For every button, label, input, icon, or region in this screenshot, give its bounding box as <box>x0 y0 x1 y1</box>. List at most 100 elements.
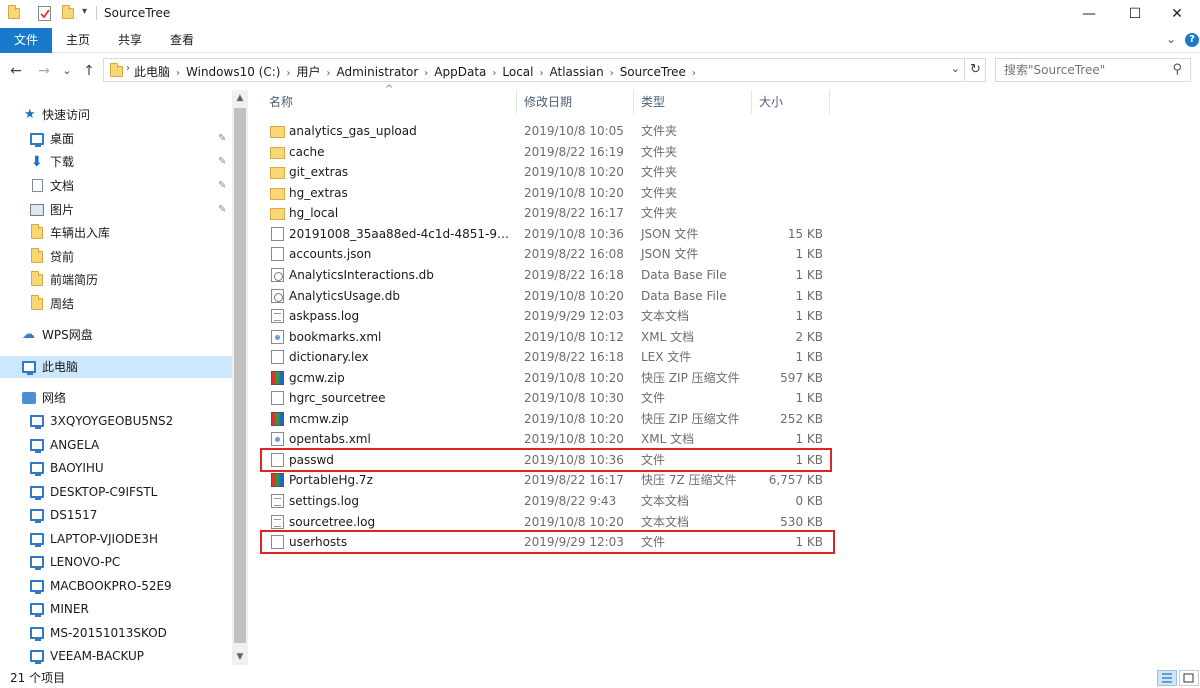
file-row[interactable]: settings.log 2019/8/22 9:43 文本文档 0 KB <box>260 491 835 511</box>
file-row[interactable]: PortableHg.7z 2019/8/22 16:17 快压 7Z 压缩文件… <box>260 470 835 490</box>
file-row[interactable]: gcmw.zip 2019/10/8 10:20 快压 ZIP 压缩文件 597… <box>260 368 835 388</box>
crumb-separator[interactable]: › <box>540 68 544 79</box>
column-header-size[interactable]: 大小 <box>752 90 830 114</box>
sidebar-item-network-host[interactable]: DS1517 <box>0 504 232 526</box>
crumb-this-pc[interactable]: 此电脑 <box>134 63 170 80</box>
scroll-thumb[interactable] <box>234 108 246 643</box>
sidebar-item-folder[interactable]: 周结 <box>0 293 232 315</box>
crumb-sourcetree[interactable]: SourceTree <box>620 65 686 79</box>
close-button[interactable]: ✕ <box>1154 0 1200 28</box>
tab-file[interactable]: 文件 <box>0 28 52 53</box>
expand-ribbon-icon[interactable]: ⌄ <box>1166 32 1176 46</box>
search-input[interactable] <box>996 59 1156 81</box>
column-header-type[interactable]: 类型 <box>634 90 752 114</box>
new-folder-icon[interactable] <box>62 5 74 19</box>
crumb-separator[interactable]: › <box>692 68 696 79</box>
file-row[interactable]: bookmarks.xml 2019/10/8 10:12 XML 文档 2 K… <box>260 327 835 347</box>
sidebar-item-pictures[interactable]: 图片 ✎ <box>0 199 232 221</box>
file-row[interactable]: cache 2019/8/22 16:19 文件夹 <box>260 142 835 162</box>
file-type: 快压 ZIP 压缩文件 <box>641 371 740 385</box>
sidebar-item-network-host[interactable]: LENOVO-PC <box>0 551 232 573</box>
file-row[interactable]: hg_local 2019/8/22 16:17 文件夹 <box>260 203 835 223</box>
customize-toolbar-icon[interactable]: ▾ <box>82 6 87 17</box>
sidebar-item-this-pc[interactable]: 此电脑 <box>0 356 232 378</box>
crumb-administrator[interactable]: Administrator <box>336 65 418 79</box>
sidebar-item-network-host[interactable]: VEEAM-BACKUP <box>0 645 232 665</box>
help-icon[interactable]: ? <box>1185 33 1199 47</box>
tab-share[interactable]: 共享 <box>108 28 152 53</box>
sidebar-item-network-host[interactable]: BAOYIHU <box>0 457 232 479</box>
sidebar-item-network-host[interactable]: MS-20151013SKOD <box>0 622 232 644</box>
file-row[interactable]: askpass.log 2019/9/29 12:03 文本文档 1 KB <box>260 306 835 326</box>
file-row[interactable]: sourcetree.log 2019/10/8 10:20 文本文档 530 … <box>260 512 835 532</box>
file-row[interactable]: dictionary.lex 2019/8/22 16:18 LEX 文件 1 … <box>260 347 835 367</box>
file-row[interactable]: opentabs.xml 2019/10/8 10:20 XML 文档 1 KB <box>260 429 835 449</box>
crumb-separator[interactable]: › <box>424 68 428 79</box>
file-row[interactable]: git_extras 2019/10/8 10:20 文件夹 <box>260 162 835 182</box>
column-header-date[interactable]: 修改日期 <box>517 90 634 114</box>
sidebar-item-folder[interactable]: 车辆出入库 <box>0 222 232 244</box>
tab-home[interactable]: 主页 <box>56 28 100 53</box>
sidebar-item-network-host[interactable]: MACBOOKPRO-52E9 <box>0 575 232 597</box>
properties-icon[interactable] <box>38 6 51 21</box>
crumb-separator[interactable]: › <box>176 68 180 79</box>
sidebar-item-quick-access[interactable]: ★ 快速访问 <box>0 104 232 126</box>
sidebar-item-folder[interactable]: 贷前 <box>0 246 232 268</box>
crumb-appdata[interactable]: AppData <box>434 65 486 79</box>
search-icon[interactable]: ⚲ <box>1172 62 1182 77</box>
sidebar-item-network-host[interactable]: 3XQYOYGEOBU5NS2 <box>0 410 232 432</box>
details-view-button[interactable] <box>1157 670 1177 686</box>
crumb-separator[interactable]: › <box>610 68 614 79</box>
file-row[interactable]: hgrc_sourcetree 2019/10/8 10:30 文件 1 KB <box>260 388 835 408</box>
large-icons-view-button[interactable] <box>1179 670 1199 686</box>
crumb-separator[interactable]: › <box>326 68 330 79</box>
sidebar-item-network-host[interactable]: MINER <box>0 598 232 620</box>
file-type: Data Base File <box>641 268 727 282</box>
forward-button[interactable]: → <box>35 61 53 81</box>
sidebar-item-label: DESKTOP-C9IFSTL <box>50 485 158 499</box>
file-date: 2019/8/22 16:17 <box>524 473 624 487</box>
pin-icon[interactable]: ✎ <box>218 151 226 173</box>
tab-view[interactable]: 查看 <box>160 28 204 53</box>
file-row[interactable]: hg_extras 2019/10/8 10:20 文件夹 <box>260 183 835 203</box>
pin-icon[interactable]: ✎ <box>218 128 226 150</box>
crumb-drive[interactable]: Windows10 (C:) <box>186 65 280 79</box>
sidebar-item-network-host[interactable]: DESKTOP-C9IFSTL <box>0 481 232 503</box>
scroll-up-icon[interactable]: ▲ <box>232 90 248 106</box>
sidebar-item-network-host[interactable]: ANGELA <box>0 434 232 456</box>
address-bar[interactable]: › 此电脑 › Windows10 (C:) › 用户 › Administrator › Ap… <box>103 58 965 82</box>
file-row[interactable]: AnalyticsInteractions.db 2019/8/22 16:18… <box>260 265 835 285</box>
sidebar-item-network-host[interactable]: LAPTOP-VJIODE3H <box>0 528 232 550</box>
file-row[interactable]: analytics_gas_upload 2019/10/8 10:05 文件夹 <box>260 121 835 141</box>
file-row[interactable]: mcmw.zip 2019/10/8 10:20 快压 ZIP 压缩文件 252… <box>260 409 835 429</box>
sidebar-item-wps[interactable]: ☁ WPS网盘 <box>0 324 232 346</box>
status-bar: 21 个项目 <box>0 668 1200 688</box>
crumb-users[interactable]: 用户 <box>296 63 320 80</box>
refresh-button[interactable]: ↻ <box>966 58 986 82</box>
up-button[interactable]: ↑ <box>80 61 98 81</box>
column-header-name[interactable]: 名称 <box>262 90 517 114</box>
pin-icon[interactable]: ✎ <box>218 199 226 221</box>
crumb-separator[interactable]: › <box>286 68 290 79</box>
nav-scrollbar[interactable]: ▲ ▼ <box>232 90 248 665</box>
scroll-down-icon[interactable]: ▼ <box>232 649 248 665</box>
back-button[interactable]: ← <box>7 61 25 81</box>
maximize-button[interactable]: ☐ <box>1112 0 1158 28</box>
crumb-separator[interactable]: › <box>492 68 496 79</box>
sidebar-item-desktop[interactable]: 桌面 ✎ <box>0 128 232 150</box>
sidebar-item-downloads[interactable]: ⬇ 下载 ✎ <box>0 151 232 173</box>
file-size: 252 KB <box>780 412 823 426</box>
crumb-atlassian[interactable]: Atlassian <box>550 65 604 79</box>
file-date: 2019/10/8 10:05 <box>524 124 624 138</box>
crumb-local[interactable]: Local <box>502 65 533 79</box>
file-row[interactable]: AnalyticsUsage.db 2019/10/8 10:20 Data B… <box>260 286 835 306</box>
pin-icon[interactable]: ✎ <box>218 175 226 197</box>
minimize-button[interactable]: — <box>1066 0 1112 28</box>
sidebar-item-network[interactable]: 网络 <box>0 387 232 409</box>
sidebar-item-documents[interactable]: 文档 ✎ <box>0 175 232 197</box>
recent-locations-button[interactable]: ⌄ <box>58 61 76 81</box>
sidebar-item-folder[interactable]: 前端简历 <box>0 269 232 291</box>
file-row[interactable]: 20191008_35aa88ed-4c1d-4851-99b... 2019/… <box>260 224 835 244</box>
file-row[interactable]: accounts.json 2019/8/22 16:08 JSON 文件 1 … <box>260 244 835 264</box>
address-dropdown-button[interactable]: ⌄ <box>951 62 960 75</box>
